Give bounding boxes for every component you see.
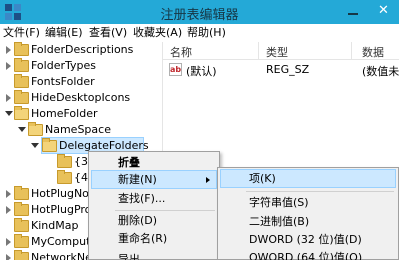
menu-item-string-value[interactable]: 字符串值(S) xyxy=(220,193,396,212)
menu-item-delete[interactable]: 删除(D) xyxy=(91,211,217,230)
tree-item-label: FolderTypes xyxy=(31,59,96,72)
tree-item-label: HomeFolder xyxy=(31,107,98,120)
tree-item-label: FontsFolder xyxy=(31,75,95,88)
column-type[interactable]: 类型 xyxy=(266,44,288,60)
folder-icon xyxy=(14,250,29,260)
value-name: (默认) xyxy=(186,65,217,78)
values-list-header: 名称 类型 数据 xyxy=(163,42,399,60)
folder-icon xyxy=(14,202,29,216)
tree-item-label: NameSpace xyxy=(45,123,111,136)
folder-icon xyxy=(14,42,29,56)
tree-item[interactable]: HomeFolder xyxy=(0,106,162,122)
menu-item-label: 字符串值(S) xyxy=(249,196,309,209)
column-name[interactable]: 名称 xyxy=(170,44,192,60)
menu-item-label: 二进制值(B) xyxy=(249,215,310,228)
folder-icon xyxy=(14,234,29,248)
menu-item-label: 导出 xyxy=(118,253,140,260)
tree-item-label: KindMap xyxy=(31,219,79,232)
folder-icon xyxy=(57,154,72,168)
tree-item[interactable]: FolderDescriptions xyxy=(0,42,162,58)
window-title: 注册表编辑器 xyxy=(160,8,239,23)
menu-item-new[interactable]: 新建(N) xyxy=(91,170,217,189)
tree-item[interactable]: NameSpace xyxy=(0,122,162,138)
tree-item-label: HideDesktopIcons xyxy=(31,91,131,104)
menu-item-label: QWORD (64 位)值(Q) xyxy=(249,251,363,260)
menu-item-label: DWORD (32 位)值(D) xyxy=(249,233,362,246)
tree-item[interactable]: FolderTypes xyxy=(0,58,162,74)
open-folder-icon xyxy=(28,122,43,136)
menu-item-label: 查找(F)... xyxy=(118,192,166,205)
menu-item-qword-value[interactable]: QWORD (64 位)值(Q) xyxy=(220,248,396,260)
string-value-icon: ab xyxy=(169,63,182,76)
new-submenu: 项(K) 字符串值(S) 二进制值(B) DWORD (32 位)值(D) QW… xyxy=(217,167,399,260)
menu-item-key[interactable]: 项(K) xyxy=(220,169,396,188)
expand-arrow-icon[interactable] xyxy=(6,206,11,214)
menu-item-binary-value[interactable]: 二进制值(B) xyxy=(220,212,396,231)
menu-bar: 文件(F) 编辑(E) 查看(V) 收藏夹(A) 帮助(H) xyxy=(0,24,399,42)
folder-icon xyxy=(14,90,29,104)
menu-item-label: 重命名(R) xyxy=(118,232,168,245)
menu-edit[interactable]: 编辑(E) xyxy=(45,25,83,41)
menu-item-rename[interactable]: 重命名(R) xyxy=(91,229,217,248)
expand-arrow-icon[interactable] xyxy=(6,46,11,54)
menu-file[interactable]: 文件(F) xyxy=(3,25,40,41)
folder-icon xyxy=(14,218,29,232)
column-data[interactable]: 数据 xyxy=(362,44,384,60)
title-bar: 注册表编辑器 ✕ xyxy=(0,0,399,24)
column-divider[interactable] xyxy=(351,42,352,60)
close-button[interactable]: ✕ xyxy=(368,0,399,21)
menu-item-label: 删除(D) xyxy=(118,214,158,227)
table-row[interactable]: ab (默认) REG_SZ (数值未设 xyxy=(163,61,399,79)
open-folder-icon xyxy=(14,106,29,120)
collapse-arrow-icon[interactable] xyxy=(5,111,13,116)
column-divider[interactable] xyxy=(258,42,259,60)
value-data: (数值未设 xyxy=(362,65,399,78)
collapse-arrow-icon[interactable] xyxy=(31,143,39,148)
folder-icon xyxy=(14,58,29,72)
menu-item-find[interactable]: 查找(F)... xyxy=(91,189,217,208)
menu-item-dword-value[interactable]: DWORD (32 位)值(D) xyxy=(220,230,396,249)
expand-arrow-icon[interactable] xyxy=(6,190,11,198)
expand-arrow-icon[interactable] xyxy=(6,238,11,246)
context-menu: 折叠 新建(N) 查找(F)... 删除(D) 重命名(R) 导出 xyxy=(88,151,220,260)
expand-arrow-icon[interactable] xyxy=(6,94,11,102)
menu-view[interactable]: 查看(V) xyxy=(89,25,127,41)
submenu-arrow-icon xyxy=(206,177,210,183)
tree-item-label: FolderDescriptions xyxy=(31,43,134,56)
menu-help[interactable]: 帮助(H) xyxy=(187,25,226,41)
open-folder-icon xyxy=(42,138,57,152)
folder-icon xyxy=(14,74,29,88)
menu-divider xyxy=(246,191,394,192)
value-type: REG_SZ xyxy=(266,63,310,76)
tree-item[interactable]: FontsFolder xyxy=(0,74,162,90)
expand-arrow-icon[interactable] xyxy=(6,62,11,70)
minimize-button[interactable] xyxy=(343,2,363,20)
collapse-arrow-icon[interactable] xyxy=(18,127,26,132)
menu-item-export[interactable]: 导出 xyxy=(91,250,217,260)
folder-icon xyxy=(57,170,72,184)
tree-item[interactable]: HideDesktopIcons xyxy=(0,90,162,106)
expand-arrow-icon[interactable] xyxy=(6,254,11,260)
menu-item-label: 新建(N) xyxy=(118,173,157,186)
menu-favorites[interactable]: 收藏夹(A) xyxy=(133,25,182,41)
folder-icon xyxy=(14,186,29,200)
menu-item-label: 项(K) xyxy=(249,172,276,185)
